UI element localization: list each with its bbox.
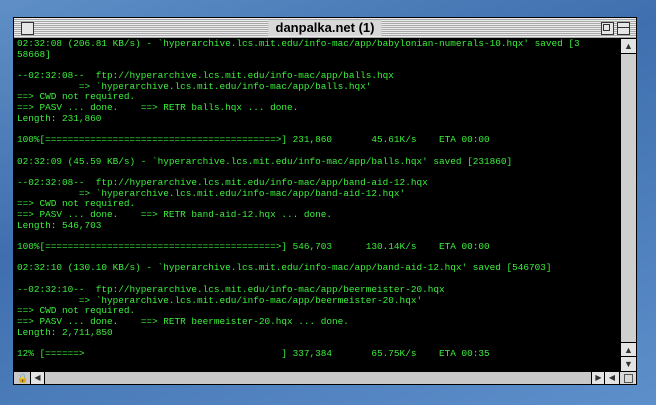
scroll-left-arrow-icon-right[interactable]: ◀ <box>604 372 619 384</box>
terminal-line: Length: 231,860 <box>17 112 102 124</box>
terminal-line: Length: 546,703 <box>17 219 102 231</box>
horizontal-scrollbar[interactable]: 🔒 ◀ ▶ ◀ <box>14 371 636 384</box>
scroll-up-arrow-icon[interactable]: ▲ <box>621 39 636 54</box>
terminal-line: 100%[===================================… <box>17 134 490 146</box>
resize-grow-icon[interactable] <box>619 372 636 384</box>
terminal-line: ==> PASV ... done. ==> RETR band-aid-12.… <box>17 209 333 220</box>
close-box[interactable] <box>21 22 34 35</box>
terminal-line: ==> PASV ... done. ==> RETR beermeister-… <box>17 315 349 327</box>
scroll-right-arrow-icon[interactable]: ▶ <box>591 372 605 384</box>
terminal-line: 02:32:10 (130.10 KB/s) - `hyperarchive.l… <box>17 262 552 274</box>
terminal-line: 100%[===================================… <box>17 241 490 253</box>
terminal-output[interactable]: 02:32:08 (206.81 KB/s) - `hyperarchive.l… <box>14 39 620 371</box>
terminal-line: 58668] <box>17 48 51 60</box>
vertical-scrollbar[interactable]: ▲ ▲ ▼ <box>620 39 636 371</box>
vertical-scroll-track[interactable] <box>621 54 636 342</box>
terminal-window: danpalka.net (1) 02:32:08 (206.81 KB/s) … <box>13 17 637 385</box>
terminal-line: Length: 2,711,850 <box>17 326 113 338</box>
terminal-line: 12% [======> ] 337,384 65.75K/s ETA 00:3… <box>17 347 490 359</box>
scroll-up-arrow-icon-bottom[interactable]: ▲ <box>621 342 636 357</box>
scroll-down-arrow-icon[interactable]: ▼ <box>621 356 636 371</box>
title-bar[interactable]: danpalka.net (1) <box>14 18 636 39</box>
collapse-box[interactable] <box>617 22 630 35</box>
terminal-line: 02:32:09 (45.59 KB/s) - `hyperarchive.lc… <box>17 155 513 167</box>
window-title: danpalka.net (1) <box>268 20 382 36</box>
zoom-box[interactable] <box>601 22 614 35</box>
terminal-line: --02:32:10-- ftp://hyperarchive.lcs.mit.… <box>17 283 445 295</box>
scroll-left-arrow-icon[interactable]: ◀ <box>30 372 45 384</box>
terminal-line: ==> PASV ... done. ==> RETR balls.hqx ..… <box>17 102 299 114</box>
lock-icon: 🔒 <box>17 373 29 383</box>
terminal-line: 02:32:08 (206.81 KB/s) - `hyperarchive.l… <box>17 39 580 49</box>
